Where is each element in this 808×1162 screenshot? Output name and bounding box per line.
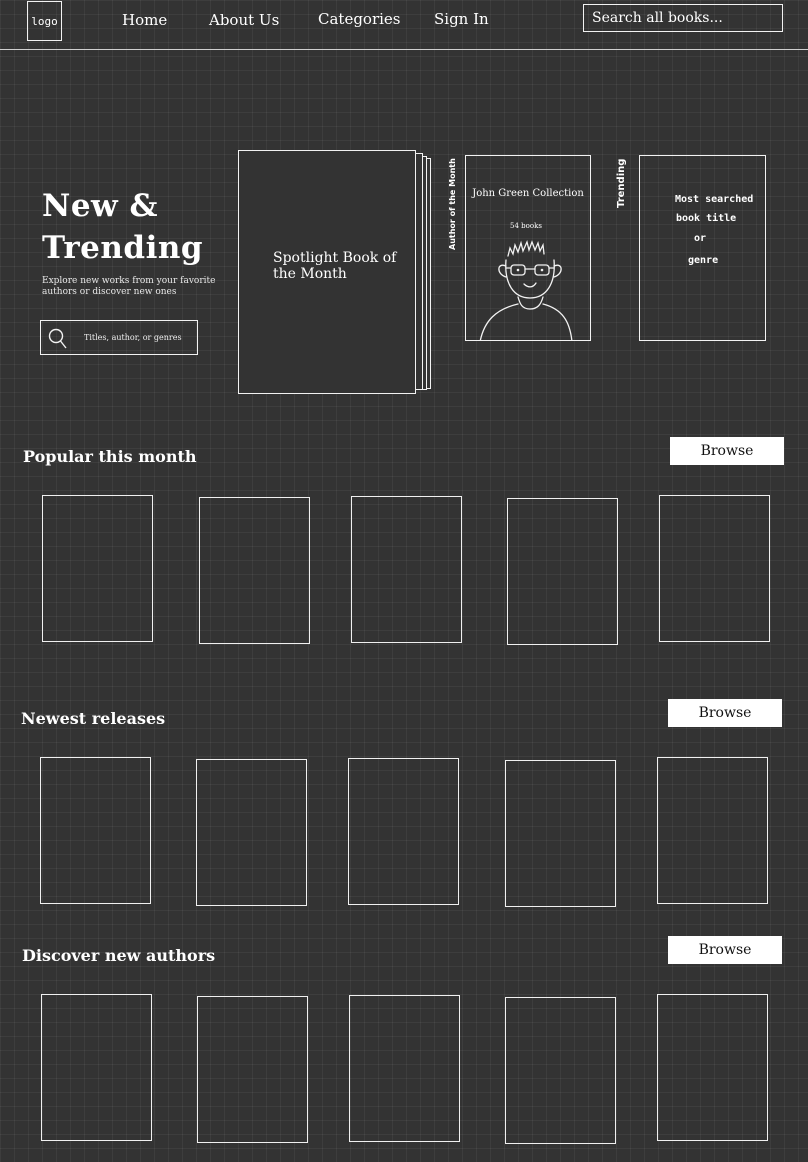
hero-title: New & Trending xyxy=(42,185,203,269)
trending-label: Trending xyxy=(616,158,627,208)
book-card[interactable] xyxy=(657,994,768,1141)
author-book-count: 54 books xyxy=(510,222,542,230)
search-icon xyxy=(48,328,67,348)
spotlight-book-label: Spotlight Book of the Month xyxy=(273,250,397,282)
book-card[interactable] xyxy=(657,757,768,904)
browse-button-popular[interactable]: Browse xyxy=(670,437,784,465)
logo[interactable]: logo xyxy=(27,1,62,41)
trending-line: Most searched xyxy=(675,194,754,205)
hero-title-line1: New & xyxy=(42,188,159,224)
book-card[interactable] xyxy=(659,495,770,642)
book-card[interactable] xyxy=(196,759,307,906)
browse-button-discover[interactable]: Browse xyxy=(668,936,782,964)
trending-line: or xyxy=(694,233,707,244)
hero-search-input[interactable]: Titles, author, or genres xyxy=(40,320,198,355)
book-card[interactable] xyxy=(199,497,310,644)
hero-search-placeholder: Titles, author, or genres xyxy=(84,333,182,342)
book-card[interactable] xyxy=(348,758,459,905)
trending-line: genre xyxy=(688,255,719,266)
author-card[interactable] xyxy=(465,155,591,341)
book-card[interactable] xyxy=(351,496,462,643)
search-input[interactable]: Search all books... xyxy=(583,4,783,32)
author-of-month-label: Author of the Month xyxy=(448,158,457,250)
hero-title-line2: Trending xyxy=(42,230,204,266)
nav-about-link[interactable]: About Us xyxy=(209,11,279,29)
book-card[interactable] xyxy=(42,495,153,642)
trending-line: book title xyxy=(676,213,737,224)
book-card[interactable] xyxy=(349,995,460,1142)
browse-button-newest[interactable]: Browse xyxy=(668,699,782,727)
section-title-newest: Newest releases xyxy=(21,709,166,728)
author-avatar-icon xyxy=(479,240,573,340)
hero-subtitle: Explore new works from your favorite aut… xyxy=(42,276,216,297)
book-card[interactable] xyxy=(505,760,616,907)
book-card[interactable] xyxy=(40,757,151,904)
trending-card[interactable] xyxy=(639,155,766,341)
nav-divider xyxy=(0,49,808,50)
book-card[interactable] xyxy=(197,996,308,1143)
section-title-popular: Popular this month xyxy=(23,447,197,466)
book-card[interactable] xyxy=(507,498,618,645)
book-card[interactable] xyxy=(505,997,616,1144)
section-title-discover: Discover new authors xyxy=(22,946,216,965)
nav-categories-link[interactable]: Categories xyxy=(318,10,401,28)
nav-home-link[interactable]: Home xyxy=(122,11,167,29)
author-name: John Green Collection xyxy=(472,188,584,199)
book-card[interactable] xyxy=(41,994,152,1141)
nav-signin-link[interactable]: Sign In xyxy=(434,10,489,28)
